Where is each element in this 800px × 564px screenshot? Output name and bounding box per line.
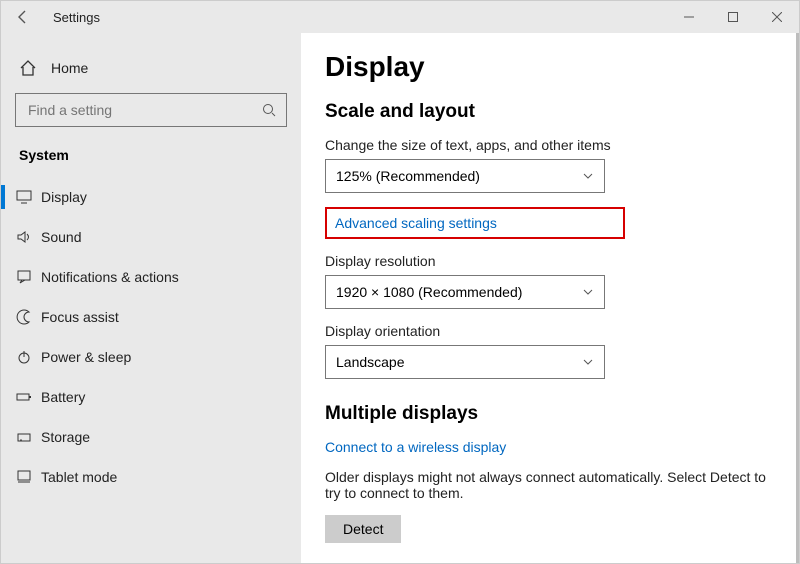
home-icon — [19, 59, 37, 77]
sidebar-item-label: Display — [41, 189, 87, 205]
settings-window: Settings Home System Display — [0, 0, 800, 564]
window-controls — [667, 1, 799, 33]
sidebar-item-label: Storage — [41, 429, 90, 445]
sidebar-item-power-sleep[interactable]: Power & sleep — [1, 337, 301, 377]
wireless-display-link[interactable]: Connect to a wireless display — [325, 439, 775, 455]
scale-value: 125% (Recommended) — [336, 168, 480, 184]
sidebar: Home System Display Sound — [1, 33, 301, 563]
sidebar-item-display[interactable]: Display — [1, 177, 301, 217]
sidebar-item-label: Tablet mode — [41, 469, 117, 485]
chevron-down-icon — [582, 286, 594, 298]
content-pane: Display Scale and layout Change the size… — [301, 33, 799, 563]
maximize-button[interactable] — [711, 1, 755, 33]
chevron-down-icon — [582, 170, 594, 182]
notifications-icon — [15, 268, 33, 286]
sidebar-item-sound[interactable]: Sound — [1, 217, 301, 257]
search-box[interactable] — [15, 93, 287, 127]
display-icon — [15, 188, 33, 206]
back-button[interactable] — [9, 3, 37, 31]
chevron-down-icon — [582, 356, 594, 368]
sidebar-item-focus-assist[interactable]: Focus assist — [1, 297, 301, 337]
close-icon — [772, 12, 782, 22]
sidebar-item-storage[interactable]: Storage — [1, 417, 301, 457]
orientation-label: Display orientation — [325, 323, 775, 339]
arrow-left-icon — [15, 9, 31, 25]
power-icon — [15, 348, 33, 366]
resolution-combobox[interactable]: 1920 × 1080 (Recommended) — [325, 275, 605, 309]
storage-icon — [15, 428, 33, 446]
section-scale-layout: Scale and layout — [325, 101, 775, 123]
tablet-mode-icon — [15, 468, 33, 486]
sidebar-item-notifications[interactable]: Notifications & actions — [1, 257, 301, 297]
search-icon — [262, 103, 276, 117]
home-label: Home — [51, 60, 88, 76]
titlebar: Settings — [1, 1, 799, 33]
section-multiple-displays: Multiple displays — [325, 403, 775, 425]
orientation-value: Landscape — [336, 354, 405, 370]
advanced-scaling-link[interactable]: Advanced scaling settings — [335, 215, 615, 231]
minimize-icon — [684, 12, 694, 22]
sidebar-item-tablet-mode[interactable]: Tablet mode — [1, 457, 301, 497]
highlight-advanced-scaling: Advanced scaling settings — [325, 207, 625, 239]
detect-button[interactable]: Detect — [325, 515, 401, 543]
resolution-value: 1920 × 1080 (Recommended) — [336, 284, 522, 300]
sidebar-item-label: Sound — [41, 229, 81, 245]
window-title: Settings — [53, 10, 100, 25]
sidebar-item-label: Notifications & actions — [41, 269, 179, 285]
sidebar-nav: Display Sound Notifications & actions Fo… — [1, 177, 301, 497]
close-button[interactable] — [755, 1, 799, 33]
minimize-button[interactable] — [667, 1, 711, 33]
battery-icon — [15, 388, 33, 406]
sound-icon — [15, 228, 33, 246]
sidebar-item-label: Focus assist — [41, 309, 119, 325]
maximize-icon — [728, 12, 738, 22]
sidebar-item-home[interactable]: Home — [1, 53, 301, 83]
focus-assist-icon — [15, 308, 33, 326]
sidebar-item-label: Power & sleep — [41, 349, 131, 365]
search-input[interactable] — [26, 101, 262, 119]
sidebar-item-battery[interactable]: Battery — [1, 377, 301, 417]
older-displays-text: Older displays might not always connect … — [325, 469, 775, 501]
orientation-combobox[interactable]: Landscape — [325, 345, 605, 379]
content-scrollbar[interactable] — [796, 33, 799, 563]
scale-combobox[interactable]: 125% (Recommended) — [325, 159, 605, 193]
resolution-label: Display resolution — [325, 253, 775, 269]
sidebar-category: System — [1, 143, 301, 177]
page-title: Display — [325, 51, 775, 83]
scale-label: Change the size of text, apps, and other… — [325, 137, 775, 153]
sidebar-item-label: Battery — [41, 389, 85, 405]
body: Home System Display Sound — [1, 33, 799, 563]
